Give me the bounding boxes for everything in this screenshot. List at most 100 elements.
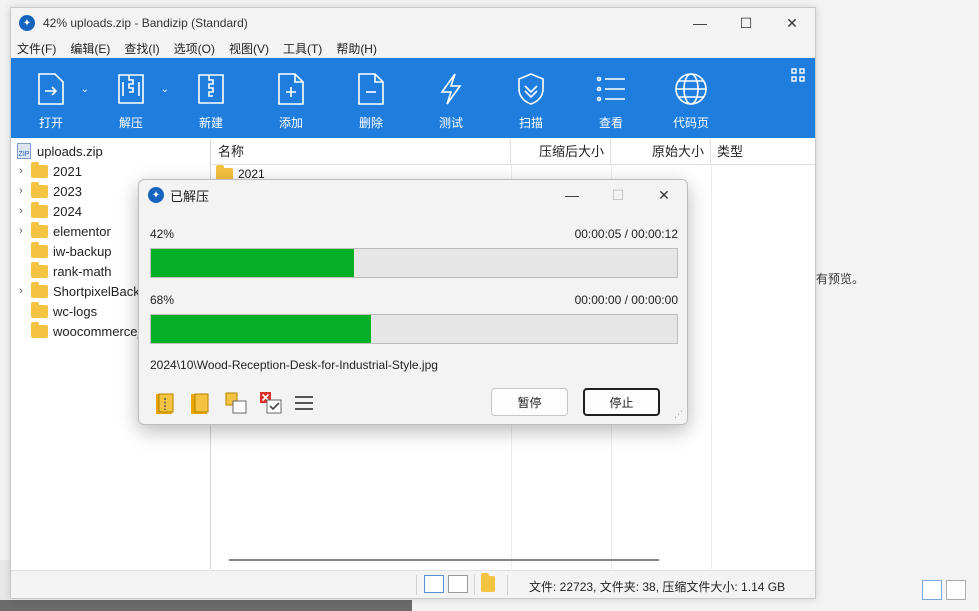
new-button[interactable]: 新建 [171,58,251,138]
extract-progress-dialog: ✦ 已解压 — ☐ ✕ 42% 00:00:05 / 00:00:12 68% … [138,179,688,425]
menu-icon[interactable] [293,390,319,416]
dialog-action-icons [153,390,319,416]
open-icon [33,70,69,108]
horizontal-scrollbar[interactable] [229,559,659,561]
maximize-button[interactable]: ☐ [723,8,769,38]
column-type[interactable]: 类型 [711,139,815,165]
scan-label: 扫描 [518,116,543,130]
status-bar: 文件: 22723, 文件夹: 38, 压缩文件大小: 1.14 GB [11,570,815,598]
test-label: 测试 [438,116,463,130]
menu-help[interactable]: 帮助(H) [336,40,377,57]
menu-view[interactable]: 视图(V) [229,40,269,57]
dialog-minimize-button[interactable]: — [549,180,595,210]
extract-dropdown-icon[interactable]: ⌄ [161,84,169,95]
menu-find[interactable]: 查找(I) [124,40,159,57]
close-button[interactable]: ✕ [769,8,815,38]
total-progress-bar [150,248,678,278]
menu-bar: 文件(F) 编辑(E) 查找(I) 选项(O) 视图(V) 工具(T) 帮助(H… [11,38,815,58]
menu-file[interactable]: 文件(F) [17,40,56,57]
folder-icon [31,281,48,298]
open-dropdown-icon[interactable]: ⌄ [81,84,89,95]
file-progress-percent: 68% [150,293,175,307]
open-button[interactable]: 打开 ⌄ [11,58,91,138]
menu-edit[interactable]: 编辑(E) [70,40,110,57]
dialog-close-button[interactable]: ✕ [641,180,687,210]
delete-file-icon [353,70,389,108]
chevron-right-icon[interactable]: › [11,165,31,177]
column-original-size[interactable]: 原始大小 [611,139,711,165]
add-label: 添加 [278,116,303,130]
tree-root[interactable]: ZIP uploads.zip [11,141,210,161]
extract-button[interactable]: 解压 ⌄ [91,58,171,138]
folder-icon [31,321,48,338]
view-label: 查看 [598,116,623,130]
dialog-titlebar[interactable]: ✦ 已解压 — ☐ ✕ [139,180,687,210]
current-file-path: 2024\10\Wood-Reception-Desk-for-Industri… [150,358,438,372]
open-destination-icon[interactable] [188,390,214,416]
tree-item-label: wc-logs [53,303,98,319]
background-view-toggle [922,580,966,600]
chevron-right-icon[interactable]: › [11,185,31,197]
test-button[interactable]: 测试 [411,58,491,138]
toolbar-layout-icon[interactable] [791,68,805,85]
scan-button[interactable]: 扫描 [491,58,571,138]
delete-button[interactable]: 删除 [331,58,411,138]
view-button[interactable]: 查看 [571,58,651,138]
tree-item-label: 2024 [53,203,82,219]
menu-tools[interactable]: 工具(T) [283,40,322,57]
chevron-right-icon[interactable]: › [11,225,31,237]
dialog-title: 已解压 [170,188,210,204]
copy-window-icon[interactable] [223,390,249,416]
folder-icon [31,261,48,278]
add-file-icon [273,70,309,108]
file-progress-time: 00:00:00 / 00:00:00 [574,293,678,307]
tree-item-label: elementor [53,223,111,239]
new-archive-icon [193,70,229,108]
open-folder-icon[interactable] [153,390,179,416]
file-progress-bar [150,314,678,344]
background-window-edge [0,560,10,600]
chevron-right-icon[interactable]: › [11,285,31,297]
preview-view-icon[interactable] [946,580,966,600]
bandizip-logo-icon: ✦ [19,15,35,31]
globe-icon [673,70,709,108]
zip-file-icon: ZIP [17,143,31,159]
tree-item-label: 2021 [53,163,82,179]
details-view-icon[interactable] [922,580,942,600]
new-label: 新建 [198,116,223,130]
window-title: 42% uploads.zip - Bandizip (Standard) [43,16,248,30]
lightning-icon [433,70,469,108]
main-toolbar: 打开 ⌄ 解压 ⌄ 新建 添加 删除 测试 扫描 查看 代码页 [11,58,815,138]
menu-options[interactable]: 选项(O) [174,40,215,57]
total-progress-time: 00:00:05 / 00:00:12 [574,227,678,241]
status-text: 文件: 22723, 文件夹: 38, 压缩文件大小: 1.14 GB [529,580,786,594]
tree-item-label: 2023 [53,183,82,199]
column-name[interactable]: 名称 [212,139,511,165]
resize-grip-icon[interactable]: ⋰ [674,409,683,420]
open-label: 打开 [38,116,63,130]
column-compressed-size[interactable]: 压缩后大小 [511,139,611,165]
folder-pane-icon[interactable] [481,573,500,595]
tree-item[interactable]: › 2021 [11,161,210,181]
file-progress-fill [151,315,371,343]
tree-item-label: rank-math [53,263,112,279]
pause-button[interactable]: 暂停 [491,388,568,416]
codepage-label: 代码页 [672,116,709,130]
folder-icon [31,221,48,238]
add-button[interactable]: 添加 [251,58,331,138]
codepage-button[interactable]: 代码页 [651,58,731,138]
details-view-icon[interactable] [424,575,444,593]
shield-icon [513,70,549,108]
close-when-done-icon[interactable] [258,390,284,416]
tree-item-label: iw-backup [53,243,112,259]
total-progress-fill [151,249,354,277]
delete-label: 删除 [358,116,383,130]
window-titlebar[interactable]: ✦ 42% uploads.zip - Bandizip (Standard) … [11,8,815,38]
thumbnail-view-icon[interactable] [448,575,468,593]
preview-hint-text: 有预览。 [816,272,865,286]
total-progress-percent: 42% [150,227,175,241]
minimize-button[interactable]: — [677,8,723,38]
bandizip-logo-icon: ✦ [148,187,164,203]
chevron-right-icon[interactable]: › [11,205,31,217]
stop-button[interactable]: 停止 [583,388,660,416]
